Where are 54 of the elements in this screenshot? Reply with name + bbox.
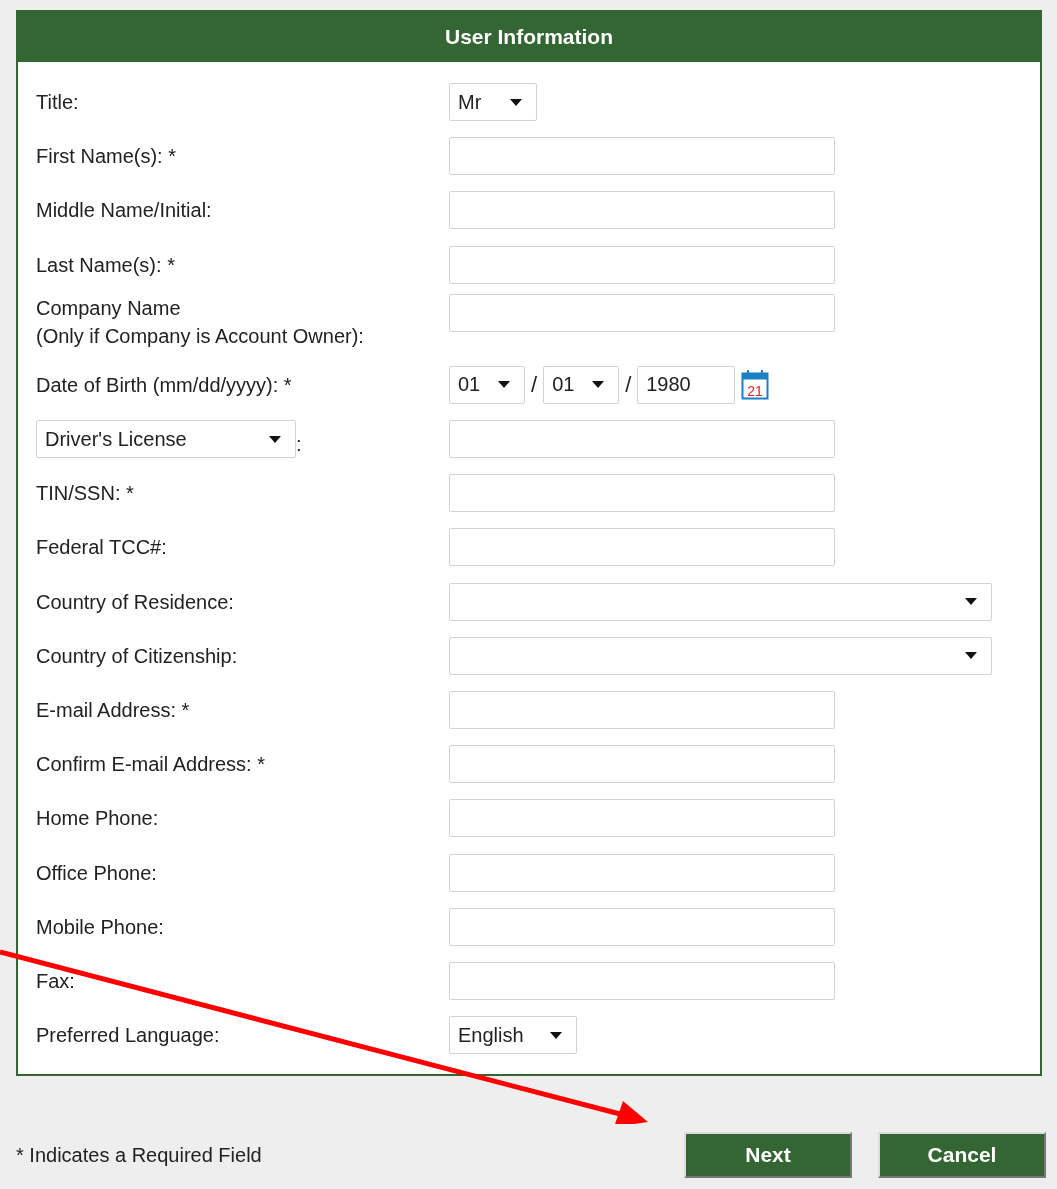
field-label: Home Phone:: [36, 806, 159, 832]
field-label: Last Name(s): *: [36, 252, 175, 278]
caret-icon: [269, 435, 281, 443]
field-label: Country of Citizenship:: [36, 643, 238, 669]
input-field[interactable]: [449, 245, 835, 284]
dropdown[interactable]: 01: [543, 365, 620, 404]
input-field[interactable]: [449, 961, 835, 1000]
dropdown[interactable]: 01: [449, 365, 525, 404]
caret-icon: [498, 381, 510, 389]
input-field[interactable]: [449, 474, 835, 513]
input-field[interactable]: [449, 293, 835, 332]
label-text: :: [296, 432, 302, 458]
input-field[interactable]: [449, 137, 835, 176]
field-label: E-mail Address: *: [36, 697, 190, 723]
field-label: Middle Name/Initial:: [36, 198, 212, 224]
field-label: Company Name: [36, 295, 181, 321]
year-field[interactable]: 1980: [637, 365, 736, 404]
field-note: (Only if Company is Account Owner):: [36, 323, 364, 349]
caret-icon: [510, 98, 522, 106]
field-label: Title:: [36, 90, 79, 116]
dropdown[interactable]: [449, 582, 992, 621]
caret-icon: [592, 381, 605, 389]
input-field[interactable]: [449, 528, 835, 567]
input-field[interactable]: [449, 907, 835, 946]
date-separator: /: [531, 371, 538, 398]
input-field[interactable]: [449, 690, 835, 729]
cancel-button[interactable]: Cancel: [878, 1132, 1046, 1179]
dropdown[interactable]: Mr: [449, 83, 537, 122]
input-field[interactable]: [449, 799, 835, 838]
dropdown[interactable]: Driver's License: [36, 420, 296, 459]
field-label: Federal TCC#:: [36, 535, 167, 561]
field-label: Fax:: [36, 968, 75, 994]
card-header: User Information: [18, 12, 1040, 62]
input-field[interactable]: [449, 420, 835, 459]
field-label: Confirm E-mail Address: *: [36, 752, 265, 778]
input-field[interactable]: [449, 853, 835, 892]
calendar-icon[interactable]: 21: [741, 369, 770, 401]
input-field[interactable]: [449, 745, 835, 784]
date-separator: /: [625, 371, 632, 398]
field-label: Preferred Language:: [36, 1023, 220, 1049]
input-field[interactable]: [449, 191, 835, 230]
field-label: TIN/SSN: *: [36, 481, 134, 507]
field-label: Date of Birth (mm/dd/yyyy): *: [36, 372, 292, 398]
field-label: Office Phone:: [36, 860, 157, 886]
field-label: Mobile Phone:: [36, 914, 164, 940]
next-button[interactable]: Next: [684, 1132, 852, 1179]
caret-icon: [965, 598, 977, 606]
field-label: Country of Residence:: [36, 589, 234, 615]
field-label: First Name(s): *: [36, 144, 176, 170]
required-note: * Indicates a Required Field: [16, 1143, 262, 1167]
caret-icon: [965, 652, 977, 660]
dropdown[interactable]: [449, 636, 992, 675]
caret-icon: [550, 1031, 562, 1039]
dropdown[interactable]: English: [449, 1016, 577, 1055]
